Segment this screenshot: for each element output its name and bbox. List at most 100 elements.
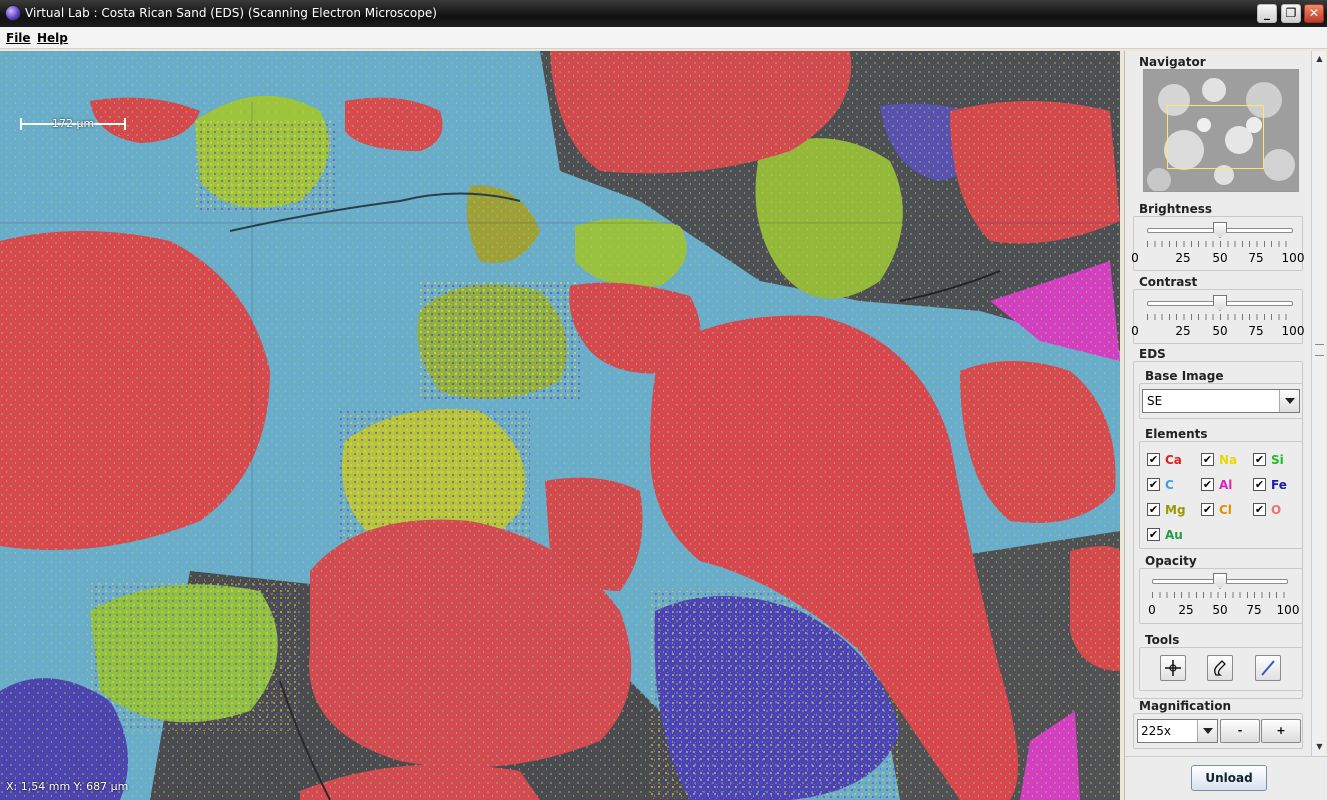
- element-label: Cl: [1219, 503, 1232, 517]
- brightness-knob[interactable]: [1213, 222, 1227, 238]
- element-checkbox-na[interactable]: ✔ Na: [1201, 452, 1249, 468]
- checkbox-icon[interactable]: ✔: [1253, 478, 1266, 491]
- element-checkbox-fe[interactable]: ✔ Fe: [1253, 477, 1301, 493]
- chevron-down-icon[interactable]: [1197, 720, 1217, 742]
- crosshair-tool-button[interactable]: [1160, 655, 1186, 681]
- contrast-title: Contrast: [1139, 275, 1198, 289]
- cursor-coordinates: X: 1,54 mm Y: 687 μm: [6, 780, 129, 793]
- scale-bar-label: 172 μm: [52, 117, 95, 130]
- element-label: O: [1271, 503, 1282, 517]
- opacity-ticks: [1152, 592, 1288, 598]
- window-title: Virtual Lab : Costa Rican Sand (EDS) (Sc…: [25, 6, 437, 20]
- checkbox-icon[interactable]: ✔: [1147, 478, 1160, 491]
- brightness-tick-labels: 0 25 50 75 100: [1131, 251, 1307, 265]
- base-image-title: Base Image: [1145, 369, 1224, 383]
- opacity-tick-labels: 0 25 50 75 100: [1148, 603, 1324, 617]
- unload-button[interactable]: Unload: [1191, 765, 1267, 791]
- element-label: Al: [1219, 478, 1233, 492]
- contrast-slider[interactable]: [1147, 295, 1293, 315]
- tick-label: 0: [1131, 251, 1139, 265]
- brightness-title: Brightness: [1139, 202, 1213, 216]
- checkbox-icon[interactable]: ✔: [1147, 453, 1160, 466]
- contrast-tick-labels: 0 25 50 75 100: [1131, 324, 1307, 338]
- checkbox-icon[interactable]: ✔: [1201, 503, 1214, 516]
- element-checkbox-o[interactable]: ✔ O: [1253, 502, 1301, 518]
- panel-scrollbar[interactable]: ▲ ▼: [1311, 51, 1326, 756]
- element-label: Au: [1165, 528, 1183, 542]
- contrast-ticks: [1147, 314, 1293, 320]
- checkbox-icon[interactable]: ✔: [1201, 478, 1214, 491]
- element-label: Na: [1219, 453, 1238, 467]
- sem-image-viewport[interactable]: 172 μm: [0, 51, 1120, 800]
- brightness-slider[interactable]: [1147, 222, 1293, 242]
- elements-title: Elements: [1145, 427, 1208, 441]
- title-bar: Virtual Lab : Costa Rican Sand (EDS) (Sc…: [0, 0, 1327, 27]
- tick-label: 0: [1148, 603, 1156, 617]
- element-label: Mg: [1165, 503, 1186, 517]
- tick-label: 100: [1276, 603, 1300, 617]
- maximize-button[interactable]: ❐: [1281, 4, 1301, 23]
- tick-label: 75: [1246, 603, 1262, 617]
- navigator-view-rect[interactable]: [1167, 105, 1264, 169]
- opacity-knob[interactable]: [1213, 573, 1227, 589]
- tick-label: 75: [1248, 324, 1264, 338]
- contrast-knob[interactable]: [1213, 295, 1227, 311]
- tick-label: 25: [1175, 324, 1191, 338]
- app-icon: [5, 5, 21, 21]
- control-panel: Navigator Brightness 0 25 50 75 100 Cont…: [1124, 51, 1311, 756]
- tick-label: 100: [1281, 324, 1305, 338]
- minimize-button[interactable]: _: [1257, 4, 1277, 23]
- navigator-thumbnail[interactable]: [1143, 69, 1299, 192]
- menu-help[interactable]: Help: [37, 31, 68, 45]
- tick-label: 100: [1281, 251, 1305, 265]
- checkbox-icon[interactable]: ✔: [1147, 503, 1160, 516]
- element-label: Ca: [1165, 453, 1182, 467]
- chevron-down-icon[interactable]: [1279, 390, 1299, 412]
- bottom-bar: Unload: [1124, 756, 1327, 800]
- element-checkbox-mg[interactable]: ✔ Mg: [1147, 502, 1195, 518]
- zoom-out-button[interactable]: -: [1220, 719, 1260, 743]
- checkbox-icon[interactable]: ✔: [1253, 453, 1266, 466]
- tick-label: 50: [1212, 251, 1228, 265]
- element-checkbox-al[interactable]: ✔ Al: [1201, 477, 1249, 493]
- pencil-icon: [1214, 660, 1226, 676]
- checkbox-icon[interactable]: ✔: [1253, 503, 1266, 516]
- element-checkbox-c[interactable]: ✔ C: [1147, 477, 1195, 493]
- scale-bar-cap-left: [20, 118, 22, 130]
- tick-label: 0: [1131, 324, 1139, 338]
- element-checkbox-si[interactable]: ✔ Si: [1253, 452, 1301, 468]
- checkbox-icon[interactable]: ✔: [1201, 453, 1214, 466]
- tools-title: Tools: [1145, 633, 1180, 647]
- tick-label: 25: [1178, 603, 1194, 617]
- tick-label: 75: [1248, 251, 1264, 265]
- line-icon: [1261, 660, 1275, 676]
- scroll-up-icon[interactable]: ▲: [1314, 53, 1325, 65]
- element-checkbox-cl[interactable]: ✔ Cl: [1201, 502, 1249, 518]
- crosshair-icon: [1165, 660, 1181, 676]
- element-label: Fe: [1271, 478, 1287, 492]
- eds-overlay-image: [0, 51, 1120, 800]
- magnification-value: 225x: [1141, 724, 1172, 738]
- checkbox-icon[interactable]: ✔: [1147, 528, 1160, 541]
- menu-bar: File Help: [0, 27, 1327, 49]
- close-button[interactable]: ✕: [1304, 4, 1324, 23]
- element-checkbox-au[interactable]: ✔ Au: [1147, 527, 1195, 543]
- base-image-select[interactable]: SE: [1142, 389, 1300, 413]
- opacity-slider[interactable]: [1152, 573, 1288, 593]
- scroll-thumb[interactable]: [1315, 344, 1324, 356]
- scale-bar-cap-right: [124, 118, 126, 130]
- menu-file[interactable]: File: [6, 31, 31, 45]
- magnification-title: Magnification: [1139, 699, 1232, 713]
- pencil-tool-button[interactable]: [1207, 655, 1233, 681]
- tick-label: 50: [1212, 603, 1228, 617]
- navigator-title: Navigator: [1139, 55, 1206, 69]
- eds-title: EDS: [1139, 347, 1166, 361]
- element-checkbox-ca[interactable]: ✔ Ca: [1147, 452, 1195, 468]
- line-tool-button[interactable]: [1255, 655, 1281, 681]
- zoom-in-button[interactable]: +: [1261, 719, 1301, 743]
- base-image-value: SE: [1147, 394, 1163, 408]
- scroll-down-icon[interactable]: ▼: [1314, 741, 1325, 753]
- magnification-select[interactable]: 225x: [1137, 719, 1218, 743]
- element-label: Si: [1271, 453, 1284, 467]
- tick-label: 25: [1175, 251, 1191, 265]
